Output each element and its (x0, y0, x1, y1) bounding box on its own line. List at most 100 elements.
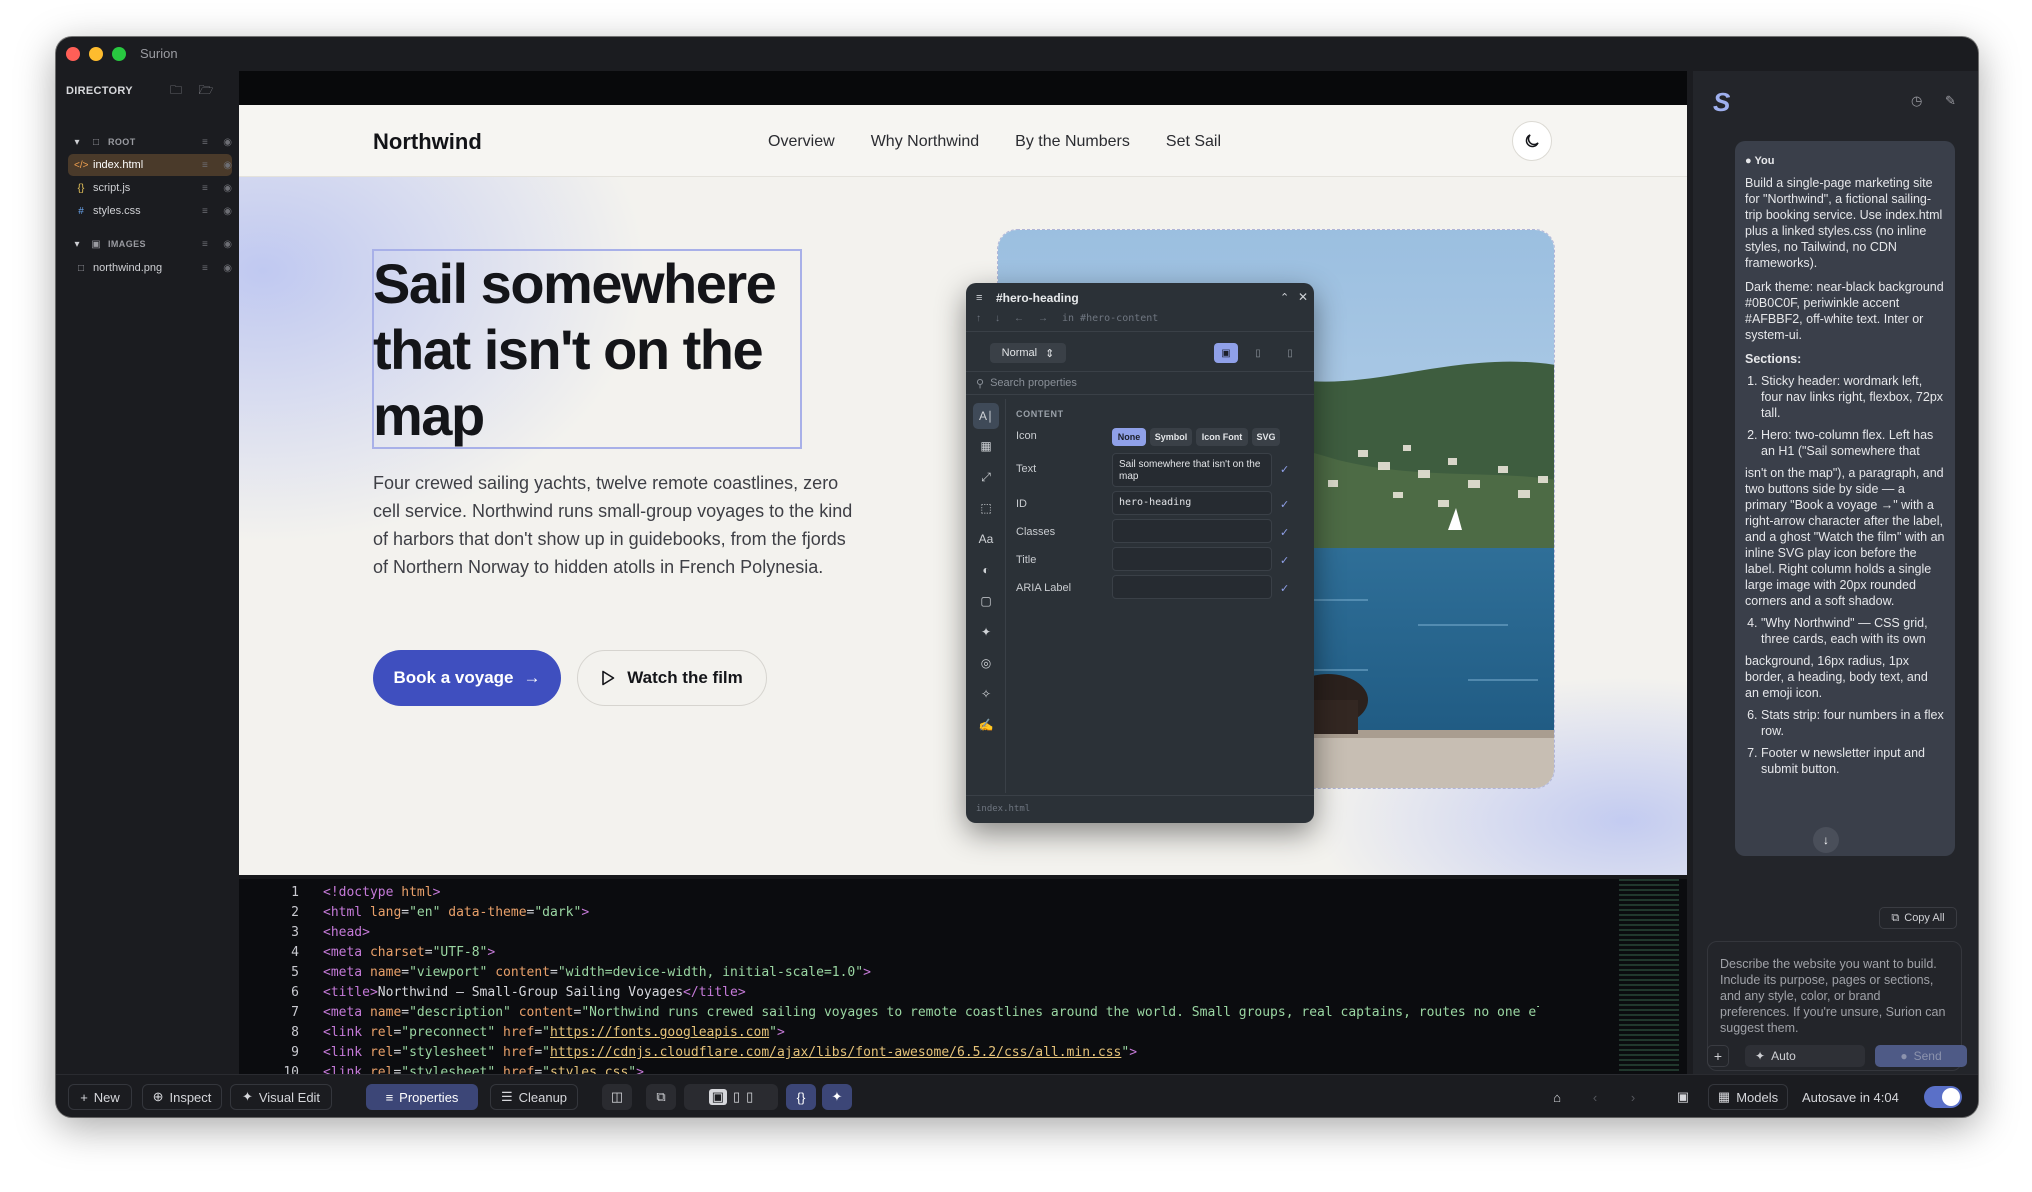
send-button[interactable]: ● Send (1875, 1045, 1967, 1067)
code-editor[interactable]: 1 <!doctype html> 2 <html lang="en" data-th… (239, 879, 1687, 1100)
eye-icon[interactable]: ◉ (223, 206, 232, 217)
row-actions[interactable]: ≡ ◉ (202, 263, 232, 274)
code-line[interactable]: 2 <html lang="en" data-theme="dark"> (239, 905, 1539, 925)
split-layout-icon[interactable]: ◫ (602, 1084, 632, 1110)
eye-icon[interactable]: ◉ (223, 137, 232, 148)
tree-file-styles-css[interactable]: # styles.css ≡ ◉ (68, 200, 232, 222)
watch-film-button[interactable]: Watch the film (577, 650, 767, 706)
tree-file-northwind-png[interactable]: □ northwind.png ≡ ◉ (68, 257, 232, 279)
desktop-icon[interactable]: ▣ (708, 1089, 727, 1105)
nav-link-set-sail[interactable]: Set Sail (1166, 133, 1221, 151)
desktop-view-icon[interactable]: ▣ (1214, 343, 1238, 363)
icon-option-symbol[interactable]: Symbol (1150, 428, 1192, 446)
typography-icon[interactable]: Aa (973, 526, 999, 552)
id-field[interactable]: hero-heading (1112, 491, 1272, 515)
property-search[interactable]: ⚲ Search properties (966, 371, 1314, 395)
site-preview[interactable]: Northwind Overview Why Northwind By the … (239, 105, 1687, 875)
hand-icon[interactable]: ✍ (973, 712, 999, 738)
drag-handle-icon[interactable]: ≡ (202, 263, 208, 274)
collapse-icon[interactable]: ⌃ (1280, 291, 1289, 304)
code-line[interactable]: 8 <link rel="preconnect" href="https://fo… (239, 1025, 1539, 1045)
new-file-button[interactable]: 🗁 (195, 81, 217, 101)
history-icon[interactable]: ◷ (1911, 93, 1922, 109)
code-line[interactable]: 6 <title>Northwind — Small-Group Sailing … (239, 985, 1539, 1005)
border-icon[interactable]: ▢ (973, 588, 999, 614)
box-icon[interactable]: ⬚ (973, 495, 999, 521)
new-chat-icon[interactable]: ✎ (1945, 93, 1956, 109)
row-actions[interactable]: ≡ ◉ (202, 239, 232, 250)
text-field[interactable]: Sail somewhere that isn't on the map (1112, 453, 1272, 487)
copy-all-button[interactable]: ⧉ Copy All (1879, 907, 1957, 929)
code-line[interactable]: 9 <link rel="stylesheet" href="https://cd… (239, 1045, 1539, 1065)
row-actions[interactable]: ≡ ◉ (202, 183, 232, 194)
icon-option-svg[interactable]: SVG (1252, 428, 1280, 446)
book-voyage-button[interactable]: Book a voyage → (373, 650, 561, 706)
properties-inspector[interactable]: ≡ #hero-heading ⌃ ✕ ↑ ↓ ← → in #hero-conten… (966, 283, 1314, 823)
scroll-down-icon[interactable]: ↓ (1813, 827, 1839, 853)
visual-edit-button[interactable]: ✦ Visual Edit (230, 1084, 332, 1110)
code-toggle-icon[interactable]: {} (786, 1084, 816, 1110)
models-button[interactable]: ▦ Models (1708, 1084, 1788, 1110)
arrow-left-icon[interactable]: ← (1014, 313, 1024, 324)
state-select[interactable]: Normal ⇕ (990, 343, 1066, 363)
back-icon[interactable]: ‹ (1580, 1084, 1610, 1110)
phone-icon[interactable]: ▯ (746, 1089, 753, 1105)
forward-icon[interactable]: › (1618, 1084, 1648, 1110)
classes-field[interactable] (1112, 519, 1272, 543)
screenshot-icon[interactable]: ▣ (1668, 1084, 1698, 1110)
code-line[interactable]: 5 <meta name="viewport" content="width=de… (239, 965, 1539, 985)
eye-icon[interactable]: ◉ (223, 183, 232, 194)
tree-file-script-js[interactable]: {} script.js ≡ ◉ (68, 177, 232, 199)
sparkle-icon[interactable]: ✧ (973, 681, 999, 707)
eye-icon[interactable]: ◉ (223, 239, 232, 250)
code-line[interactable]: 7 <meta name="description" content="North… (239, 1005, 1539, 1025)
autosave-toggle[interactable] (1924, 1086, 1962, 1108)
arrow-down-icon[interactable]: ↓ (995, 313, 1000, 324)
code-minimap[interactable] (1619, 879, 1679, 1079)
nav-link-overview[interactable]: Overview (768, 133, 835, 151)
resize-icon[interactable]: ⤢ (973, 464, 999, 490)
arrow-up-icon[interactable]: ↑ (976, 313, 981, 324)
hero-heading[interactable]: Sail somewhere that isn't on the map (373, 251, 813, 449)
mode-select[interactable]: ✦ Auto (1745, 1045, 1865, 1067)
close-icon[interactable]: ✕ (1298, 290, 1308, 304)
site-wordmark[interactable]: Northwind (373, 129, 482, 155)
phone-view-icon[interactable]: ▯ (1278, 343, 1302, 363)
theme-toggle-button[interactable] (1512, 121, 1552, 161)
drag-handle-icon[interactable]: ≡ (202, 239, 208, 250)
nav-link-why-northwind[interactable]: Why Northwind (871, 133, 979, 151)
ai-toggle-icon[interactable]: ✦ (822, 1084, 852, 1110)
close-window-button[interactable] (66, 47, 80, 61)
palette-icon[interactable]: ◐ (973, 557, 999, 583)
attach-button[interactable]: + (1707, 1045, 1729, 1067)
window-layout-icon[interactable]: ⧉ (646, 1084, 676, 1110)
code-line[interactable]: 1 <!doctype html> (239, 885, 1539, 905)
effects-icon[interactable]: ✦ (973, 619, 999, 645)
new-button[interactable]: + New (68, 1084, 132, 1110)
zoom-window-button[interactable] (112, 47, 126, 61)
tree-file-index-html[interactable]: </> index.html ≡ ◉ (68, 154, 232, 176)
row-actions[interactable]: ≡ ◉ (202, 137, 232, 148)
cleanup-button[interactable]: ☰ Cleanup (490, 1084, 578, 1110)
tree-folder-images[interactable]: ▾ ▣ IMAGES ≡ ◉ (64, 233, 232, 255)
drag-handle-icon[interactable]: ≡ (202, 137, 208, 148)
tablet-view-icon[interactable]: ▯ (1246, 343, 1270, 363)
title-field[interactable] (1112, 547, 1272, 571)
arrow-right-icon[interactable]: → (1038, 313, 1048, 324)
code-line[interactable]: 4 <meta charset="UTF-8"> (239, 945, 1539, 965)
tablet-icon[interactable]: ▯ (733, 1089, 740, 1105)
icon-option-icon-font[interactable]: Icon Font (1196, 428, 1248, 446)
text-icon[interactable]: A∣ (973, 403, 999, 429)
code-line[interactable]: 3 <head> (239, 925, 1539, 945)
drag-handle-icon[interactable]: ≡ (202, 160, 208, 171)
minimize-window-button[interactable] (89, 47, 103, 61)
inspect-button[interactable]: ⊕ Inspect (142, 1084, 222, 1110)
grid-icon[interactable]: ▦ (973, 433, 999, 459)
tree-folder-root[interactable]: ▾ □ ROOT ≡ ◉ (64, 131, 232, 153)
new-folder-button[interactable]: 🗀 (165, 81, 187, 101)
home-icon[interactable]: ⌂ (1542, 1084, 1572, 1110)
row-actions[interactable]: ≡ ◉ (202, 160, 232, 171)
properties-button[interactable]: ≡ Properties (366, 1084, 478, 1110)
eye-icon[interactable]: ◉ (223, 160, 232, 171)
aria-label-field[interactable] (1112, 575, 1272, 599)
